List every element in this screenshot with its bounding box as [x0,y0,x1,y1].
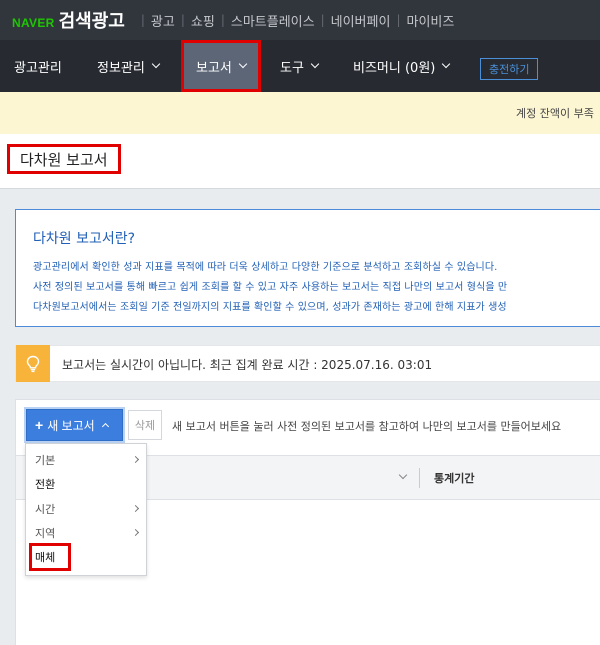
brand-logo[interactable]: NAVER 검색광고 [12,7,125,33]
divider: | [220,13,225,27]
naver-logo: NAVER [12,16,55,30]
nav-info-manage-label: 정보관리 [97,60,145,76]
top-bar: NAVER 검색광고 | 광고 | 쇼핑 | 스마트플레이스 | 네이버페이 |… [0,0,600,40]
chevron-down-icon [151,59,161,69]
nav-tools-label: 도구 [280,60,304,76]
chevron-down-icon [310,59,320,69]
topnav-item-shopping[interactable]: 쇼핑 [191,11,215,30]
dropdown-item-label: 기본 [35,454,56,467]
chevron-right-icon [131,504,140,513]
dropdown-item-label: 매체 [35,551,56,564]
info-line-3: 다차원보고서에서는 조회일 기준 전일까지의 지표를 확인할 수 있으며, 성과… [33,302,507,313]
column-divider [419,468,420,488]
balance-notice: 계정 잔액이 부족 [0,92,600,134]
toolbar-hint: 새 보고서 버튼을 눌러 사전 정의된 보고서를 참고하여 나만의 보고서를 만… [172,420,562,433]
page-title: 다차원 보고서 [7,144,121,174]
lightbulb-icon [16,345,50,382]
dropdown-item-conversion[interactable]: 전환 [26,473,148,495]
nav-ad-manage-label: 광고관리 [14,60,62,76]
page-header: 다차원 보고서 [0,134,600,189]
topnav-item-mybiz[interactable]: 마이비즈 [407,11,455,30]
dropdown-item-label: 시간 [35,503,56,516]
plus-icon: + [35,417,44,433]
dropdown-item-basic[interactable]: 기본 [26,449,148,471]
chevron-right-icon [131,528,140,537]
topnav-item-naverpay[interactable]: 네이버페이 [331,11,391,30]
nav-report-label: 보고서 [196,60,232,76]
info-heading: 다차원 보고서란? [33,231,136,247]
nav-tools[interactable]: 도구 [280,40,320,92]
chevron-down-icon [442,59,451,69]
chevron-up-icon [101,422,109,431]
nav-bizmoney[interactable]: 비즈머니 (0원) [353,40,451,92]
chevron-down-icon[interactable] [398,470,408,480]
delete-button[interactable]: 삭제 [128,410,162,440]
divider: | [140,13,145,27]
balance-notice-text: 계정 잔액이 부족 [516,107,594,120]
topnav-item-ad[interactable]: 광고 [151,11,175,30]
topnav-item-smartplace[interactable]: 스마트플레이스 [231,11,315,30]
new-report-button[interactable]: + 새 보고서 [26,409,123,441]
dropdown-item-label: 지역 [35,527,56,540]
chevron-right-icon [131,455,140,464]
dropdown-item-media[interactable]: 매체 [29,543,71,571]
chevron-down-icon [238,59,248,69]
nav-info-manage[interactable]: 정보관리 [97,40,161,92]
nav-report[interactable]: 보고서 [181,40,261,92]
dropdown-item-label: 전환 [35,478,56,491]
divider: | [180,13,185,27]
dropdown-item-time[interactable]: 시간 [26,498,148,520]
report-info-box: 다차원 보고서란? 광고관리에서 확인한 성과 지표를 목적에 따라 더욱 상세… [15,209,600,327]
divider: | [396,13,401,27]
nav-ad-manage[interactable]: 광고관리 [14,40,62,92]
new-report-label: 새 보고서 [47,418,95,433]
divider: | [320,13,325,27]
realtime-alert: 보고서는 실시간이 아닙니다. 최근 집계 완료 시간 : 2025.07.16… [15,345,600,382]
column-header-period[interactable]: 통계기간 [434,470,474,486]
info-line-2: 사전 정의된 보고서를 통해 빠르고 쉽게 조회를 할 수 있고 자주 사용하는… [33,282,508,293]
top-nav: | 광고 | 쇼핑 | 스마트플레이스 | 네이버페이 | 마이비즈 [135,11,454,30]
brand-title: 검색광고 [58,11,125,32]
info-line-1: 광고관리에서 확인한 성과 지표를 목적에 따라 더욱 상세하고 다양한 기준으… [33,262,498,273]
new-report-dropdown: 기본 전환 시간 지역 매체 [25,443,147,576]
main-nav: 광고관리 정보관리 보고서 도구 비즈머니 (0원) 충전하기 [0,40,600,92]
nav-bizmoney-label: 비즈머니 (0원) [353,60,436,76]
dropdown-item-region[interactable]: 지역 [26,522,148,544]
alert-text: 보고서는 실시간이 아닙니다. 최근 집계 완료 시간 : 2025.07.16… [62,358,433,372]
charge-button[interactable]: 충전하기 [480,58,539,80]
